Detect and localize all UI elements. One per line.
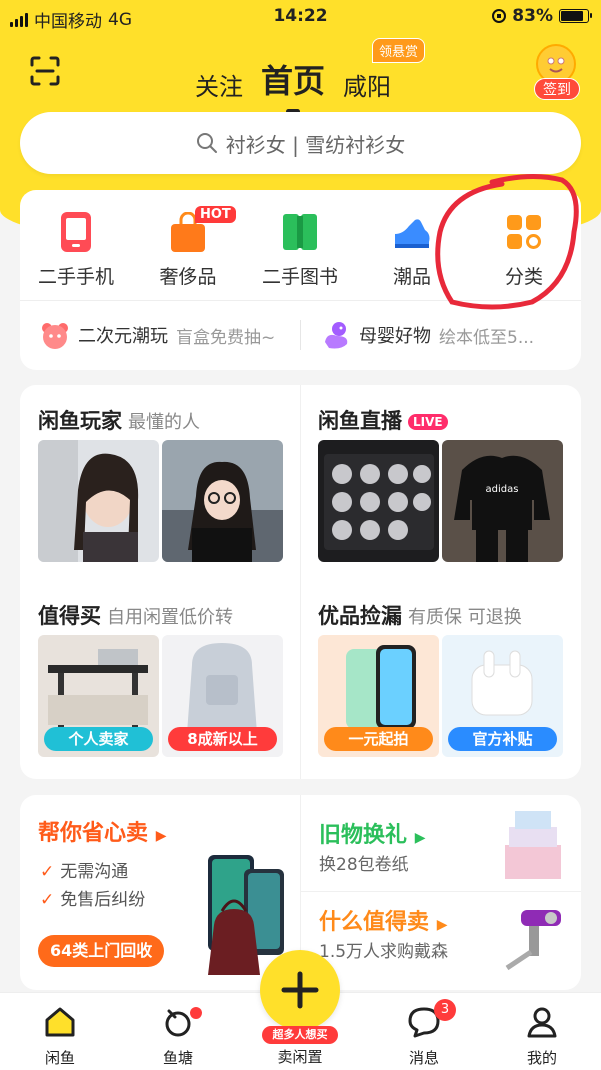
section-subtitle: 最懂的人 (128, 412, 200, 433)
section-live[interactable]: 闲鱼直播 LIVE (318, 405, 588, 435)
live-badge: LIVE (408, 414, 448, 430)
reward-badge[interactable]: 领悬赏 (372, 38, 426, 63)
section-title: 值得买 (38, 604, 101, 628)
section-player[interactable]: 闲鱼玩家 最懂的人 (38, 405, 308, 435)
tab-label: 消息 (408, 1049, 439, 1067)
promo-subtitle: 盲盒免费抽~ (176, 327, 276, 348)
section-subtitle: 有质保 可退换 (408, 607, 522, 628)
section-title: 闲鱼直播 (318, 409, 402, 433)
section-picks[interactable]: 优品捡漏 有质保 可退换 (318, 600, 588, 630)
player-photo-1[interactable] (38, 440, 159, 562)
worth-title: 什么值得卖 (319, 910, 430, 935)
dyson-image (505, 910, 561, 971)
tab-label: 我的 (526, 1049, 557, 1067)
svg-text:adidas: adidas (486, 484, 519, 495)
picks-photo-2[interactable]: 官方补贴 (442, 635, 563, 757)
book-icon (283, 214, 317, 250)
tab-city[interactable]: 咸阳 (343, 67, 391, 102)
top-header: 关注 首页 咸阳 领悬赏 签到 (0, 36, 601, 114)
tab-messages[interactable]: 3 消息 (384, 999, 464, 1068)
search-placeholder: 衬衫女 | 雪纺衬衫女 (225, 132, 406, 157)
checkin-label: 签到 (534, 78, 580, 100)
battery-percent: 83% (512, 6, 553, 26)
exchange-section[interactable]: 旧物换礼 ▶ 换28包卷纸 (301, 795, 581, 891)
tissue-image (505, 811, 561, 879)
category-books[interactable]: 二手图书 (244, 190, 356, 300)
deals-photo-2[interactable]: 8成新以上 (162, 635, 283, 757)
battery-icon (559, 9, 592, 23)
status-bar: 中国移动 4G 14:22 83% (0, 0, 601, 34)
section-subtitle: 自用闲置低价转 (107, 607, 233, 628)
sneaker-icon (395, 219, 430, 248)
recycle-check-2: 免售后纠纷 (60, 890, 146, 910)
picks-photo-1[interactable]: 一元起拍 (318, 635, 439, 757)
bear-icon (42, 323, 68, 349)
section-title: 闲鱼玩家 (38, 409, 122, 433)
tab-xianyu[interactable]: 闲鱼 (20, 1005, 100, 1068)
divider (300, 385, 301, 779)
recycle-section[interactable]: 帮你省心卖 ▶ ✓ 无需沟通 ✓ 免售后纠纷 64类上门回收 (20, 795, 300, 990)
section-deals[interactable]: 值得买 自用闲置低价转 (38, 600, 308, 630)
tab-follow[interactable]: 关注 (195, 67, 243, 102)
search-bar[interactable]: 衬衫女 | 雪纺衬衫女 (20, 112, 581, 174)
category-label: 二手手机 (37, 266, 114, 288)
pond-notification-dot (190, 1007, 202, 1019)
hot-badge: HOT (195, 206, 236, 223)
message-badge: 3 (434, 999, 456, 1021)
promo-anime[interactable]: 二次元潮玩 盲盒免费抽~ (20, 320, 300, 350)
worth-section[interactable]: 什么值得卖 ▶ 1.5万人求购戴森 (301, 892, 581, 990)
promo-subtitle: 绘本低至5... (439, 327, 535, 348)
sell-tag: 超多人想买 (262, 1026, 338, 1044)
tab-home[interactable]: 首页 (261, 56, 325, 114)
sell-button[interactable] (260, 950, 340, 1030)
deals-pill-1: 个人卖家 (44, 727, 153, 751)
plus-icon (281, 971, 319, 1009)
tab-pond[interactable]: 鱼塘 (138, 1005, 218, 1068)
promo-title: 母婴好物 (359, 326, 431, 347)
worth-subtitle: 1.5万人求购戴森 (319, 942, 449, 962)
picks-pill-1: 一元起拍 (324, 727, 433, 751)
phone-icon (61, 212, 91, 252)
tab-label: 闲鱼 (44, 1049, 75, 1067)
tab-profile[interactable]: 我的 (502, 1005, 582, 1068)
recycle-button[interactable]: 64类上门回收 (38, 935, 165, 967)
category-label: 奢侈品 (159, 266, 217, 288)
search-icon (196, 133, 217, 153)
player-photo-2[interactable] (162, 440, 283, 562)
section-title: 优品捡漏 (318, 604, 402, 628)
category-label: 二手图书 (261, 266, 338, 288)
exchange-subtitle: 换28包卷纸 (319, 855, 409, 875)
annotation-circle (435, 173, 579, 310)
recycle-check-1: 无需沟通 (60, 862, 129, 882)
deals-pill-2: 8成新以上 (168, 727, 277, 751)
picks-pill-2: 官方补贴 (448, 727, 557, 751)
category-luxury[interactable]: HOT 奢侈品 (132, 190, 244, 300)
live-photo-2[interactable]: adidas (442, 440, 563, 562)
scan-icon[interactable] (30, 56, 60, 86)
nav-tabs: 关注 首页 咸阳 (195, 56, 391, 114)
sell-label[interactable]: 卖闲置 (260, 1046, 340, 1067)
tab-label: 鱼塘 (162, 1049, 193, 1067)
checkin-button[interactable]: 签到 (530, 44, 582, 100)
exchange-title: 旧物换礼 (319, 823, 408, 848)
profile-icon (527, 1007, 557, 1038)
deals-photo-1[interactable]: 个人卖家 (38, 635, 159, 757)
category-phones[interactable]: 二手手机 (20, 190, 132, 300)
feed-card: 闲鱼玩家 最懂的人 闲鱼直播 LIVE adidas 值得买 自用闲置低价转 个人卖家… (20, 385, 581, 779)
recycle-title: 帮你省心卖 (38, 821, 149, 846)
promo-title: 二次元潮玩 (78, 326, 168, 347)
promo-baby[interactable]: 母婴好物 绘本低至5... (301, 320, 581, 350)
fish-home-icon (45, 1007, 75, 1037)
rotation-lock-icon (492, 9, 507, 23)
duck-icon (325, 322, 348, 349)
live-photo-1[interactable] (318, 440, 439, 562)
